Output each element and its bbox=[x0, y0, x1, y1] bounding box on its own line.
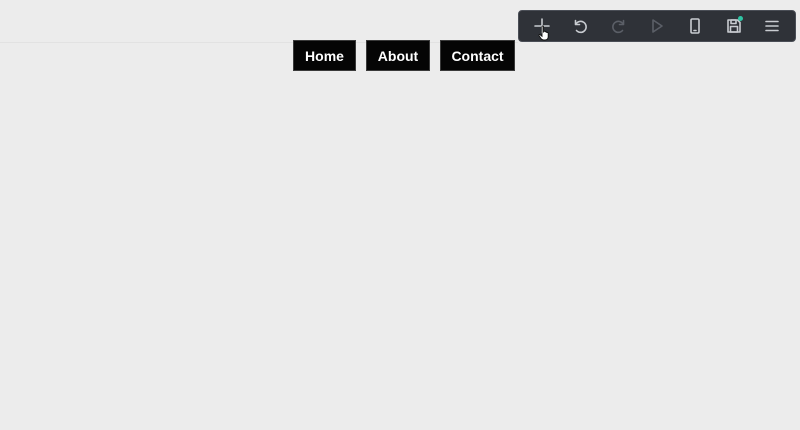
redo-button[interactable] bbox=[605, 12, 633, 40]
redo-icon bbox=[611, 19, 625, 34]
save-button[interactable] bbox=[720, 12, 748, 40]
unsaved-indicator-dot bbox=[737, 16, 743, 21]
undo-icon bbox=[575, 19, 588, 34]
preview-button[interactable] bbox=[643, 12, 671, 40]
menu-button[interactable] bbox=[758, 12, 786, 40]
editor-toolbar bbox=[518, 10, 796, 42]
play-icon bbox=[652, 19, 663, 33]
nav-home-button[interactable]: Home bbox=[293, 40, 356, 71]
mobile-device-icon bbox=[690, 18, 701, 34]
editor-canvas: { "nav": { "home_label": "Home", "about_… bbox=[0, 0, 800, 430]
device-preview-button[interactable] bbox=[681, 12, 709, 40]
menu-icon bbox=[765, 20, 779, 32]
undo-button[interactable] bbox=[566, 12, 594, 40]
nav-contact-button[interactable]: Contact bbox=[440, 40, 515, 71]
nav-about-button[interactable]: About bbox=[366, 40, 430, 71]
plus-icon bbox=[534, 18, 550, 34]
add-element-button[interactable] bbox=[528, 12, 556, 40]
page-navigation: Home About Contact bbox=[293, 40, 515, 71]
